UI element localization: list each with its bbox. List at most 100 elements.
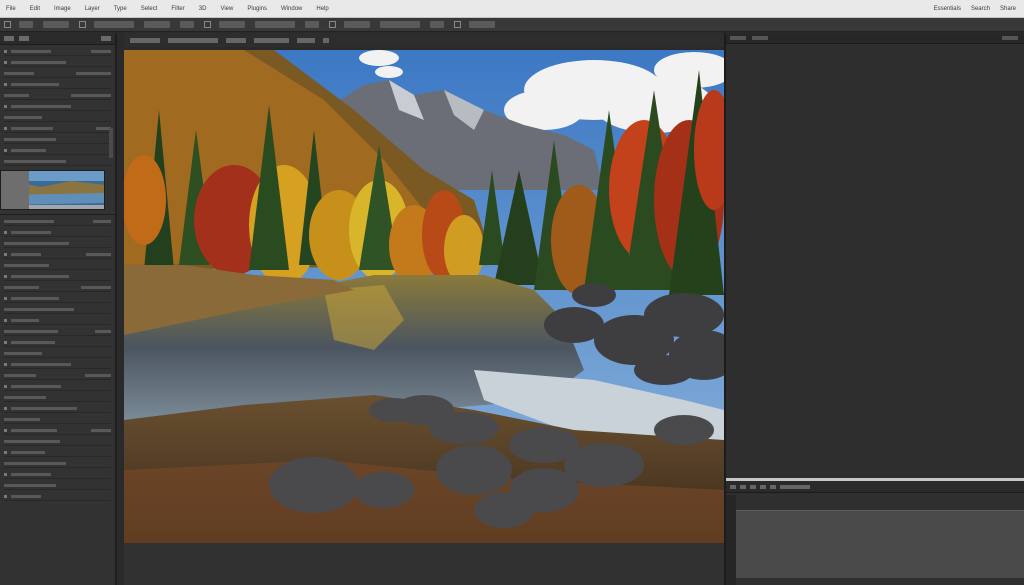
panel-row[interactable]	[4, 146, 111, 155]
panel-tab[interactable]	[1002, 36, 1018, 40]
panel-row[interactable]	[4, 124, 111, 133]
option-control[interactable]	[219, 21, 245, 28]
properties-panel-body	[726, 44, 1024, 478]
option-control[interactable]	[180, 21, 194, 28]
layer-row[interactable]	[4, 228, 111, 237]
layer-row[interactable]	[4, 426, 111, 435]
option-control[interactable]	[144, 21, 170, 28]
play-icon[interactable]	[730, 484, 736, 489]
layer-row[interactable]	[4, 437, 111, 446]
timeline-track[interactable]	[736, 510, 1024, 578]
canvas-status-area	[124, 543, 724, 585]
settings-icon[interactable]	[329, 21, 336, 28]
option-control[interactable]	[380, 21, 420, 28]
workspace-switcher[interactable]: Essentials	[934, 6, 961, 12]
menu-window[interactable]: Window	[281, 6, 302, 12]
menu-select[interactable]: Select	[141, 6, 158, 12]
panel-row[interactable]	[4, 102, 111, 111]
layer-row[interactable]	[4, 404, 111, 413]
left-panel	[0, 33, 117, 585]
panel-tab[interactable]	[730, 36, 746, 40]
tool-preset-icon[interactable]	[4, 21, 11, 28]
panel-tab[interactable]	[752, 36, 768, 40]
document-tab-info	[254, 37, 289, 43]
step-icon[interactable]	[740, 484, 746, 489]
document-tab-bar	[124, 33, 724, 47]
panel-tab[interactable]	[101, 36, 111, 41]
layer-row[interactable]	[4, 272, 111, 281]
panel-tab[interactable]	[19, 36, 29, 41]
panel-row[interactable]	[4, 135, 111, 144]
layers-section	[0, 214, 115, 501]
layer-row[interactable]	[4, 492, 111, 501]
landscape-photo	[124, 50, 724, 543]
panel-row[interactable]	[4, 113, 111, 122]
option-control[interactable]	[255, 21, 295, 28]
panel-row[interactable]	[4, 58, 111, 67]
layer-row[interactable]	[4, 316, 111, 325]
menu-3d[interactable]: 3D	[199, 6, 207, 12]
share-button[interactable]: Share	[1000, 6, 1016, 12]
menu-layer[interactable]: Layer	[85, 6, 100, 12]
settings-icon[interactable]	[770, 484, 776, 489]
option-control[interactable]	[469, 21, 495, 28]
menu-filter[interactable]: Filter	[171, 6, 184, 12]
menu-file[interactable]: File	[6, 6, 16, 12]
options-toolbar	[0, 18, 1024, 32]
panel-header	[0, 33, 115, 45]
layer-row[interactable]	[4, 250, 111, 259]
option-control[interactable]	[19, 21, 33, 28]
layer-row[interactable]	[4, 470, 111, 479]
layer-row[interactable]	[4, 360, 111, 369]
menu-plugins[interactable]: Plugins	[247, 6, 267, 12]
layer-row[interactable]	[4, 338, 111, 347]
option-control[interactable]	[43, 21, 69, 28]
layer-row[interactable]	[4, 393, 111, 402]
panel-row[interactable]	[4, 47, 111, 56]
layer-row[interactable]	[4, 448, 111, 457]
layer-row[interactable]	[4, 481, 111, 490]
layer-row[interactable]	[4, 239, 111, 248]
image-canvas[interactable]	[124, 50, 724, 543]
layer-row[interactable]	[4, 283, 111, 292]
option-control[interactable]	[94, 21, 134, 28]
menu-bar: File Edit Image Layer Type Select Filter…	[0, 0, 1024, 18]
layer-row[interactable]	[4, 261, 111, 270]
search-button[interactable]: Search	[971, 6, 990, 12]
menu-type[interactable]: Type	[114, 6, 127, 12]
panel-row[interactable]	[4, 91, 111, 100]
layer-row[interactable]	[4, 327, 111, 336]
panel-tab[interactable]	[4, 36, 14, 41]
document-tab-info	[168, 37, 218, 43]
panel-row[interactable]	[4, 69, 111, 78]
close-icon[interactable]	[323, 37, 329, 43]
panel-scrollbar[interactable]	[109, 128, 113, 158]
layer-row[interactable]	[4, 349, 111, 358]
document-tab-info	[226, 37, 246, 43]
layer-row[interactable]	[4, 459, 111, 468]
option-control[interactable]	[430, 21, 444, 28]
layer-row[interactable]	[4, 371, 111, 380]
menu-image[interactable]: Image	[54, 6, 71, 12]
document-tab[interactable]	[130, 37, 160, 43]
layer-row[interactable]	[4, 305, 111, 314]
navigator-thumbnail[interactable]	[0, 170, 105, 210]
menu-view[interactable]: View	[220, 6, 233, 12]
menu-edit[interactable]: Edit	[30, 6, 40, 12]
option-control[interactable]	[305, 21, 319, 28]
refresh-icon[interactable]	[454, 21, 461, 28]
option-control[interactable]	[344, 21, 370, 28]
layer-row[interactable]	[4, 382, 111, 391]
zoom-icon[interactable]	[780, 484, 810, 489]
menu-help[interactable]: Help	[316, 6, 328, 12]
panel-row[interactable]	[4, 157, 111, 166]
layer-row[interactable]	[4, 415, 111, 424]
loop-icon[interactable]	[750, 484, 756, 489]
panel-row[interactable]	[4, 80, 111, 89]
layer-row[interactable]	[4, 217, 111, 226]
mode-icon[interactable]	[79, 21, 86, 28]
align-icon[interactable]	[204, 21, 211, 28]
layer-row[interactable]	[4, 294, 111, 303]
audio-icon[interactable]	[760, 484, 766, 489]
timeline-track-labels	[726, 495, 736, 585]
